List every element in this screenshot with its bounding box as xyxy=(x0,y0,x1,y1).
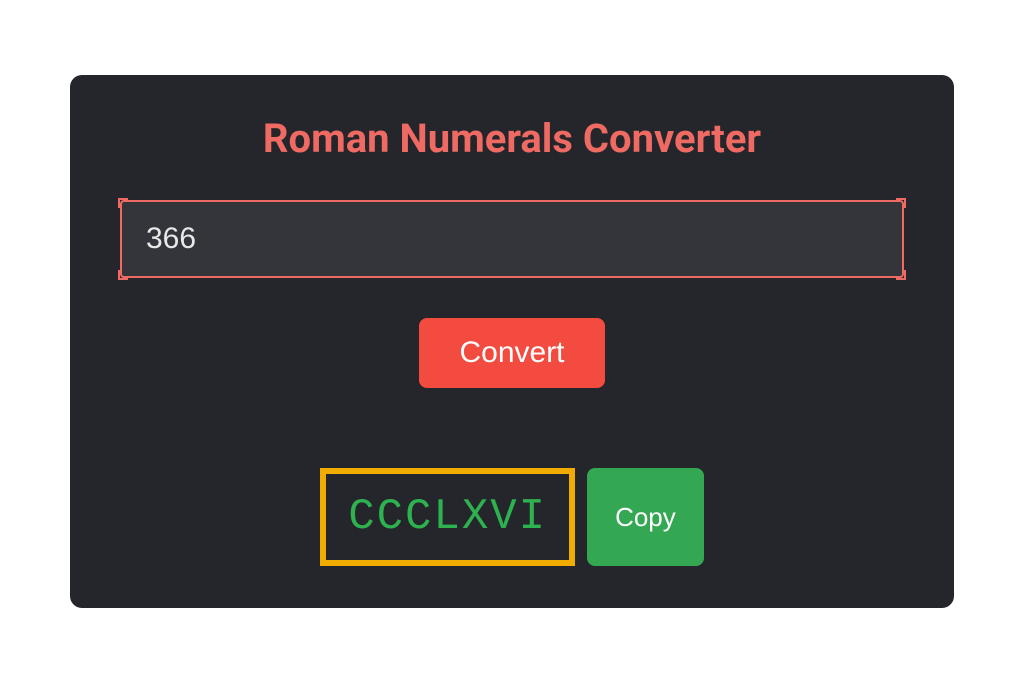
input-corner-decoration xyxy=(896,198,906,208)
convert-button[interactable]: Convert xyxy=(419,318,604,388)
converter-card: Roman Numerals Converter Convert CCCLXVI… xyxy=(70,75,954,608)
result-box: CCCLXVI xyxy=(320,468,575,566)
input-corner-decoration xyxy=(896,270,906,280)
input-corner-decoration xyxy=(118,270,128,280)
number-input-wrap xyxy=(120,200,904,278)
number-input[interactable] xyxy=(120,200,904,278)
input-corner-decoration xyxy=(118,198,128,208)
copy-button[interactable]: Copy xyxy=(587,468,704,566)
page-title: Roman Numerals Converter xyxy=(263,115,761,162)
result-row: CCCLXVI Copy xyxy=(320,468,704,566)
result-text: CCCLXVI xyxy=(348,492,547,542)
